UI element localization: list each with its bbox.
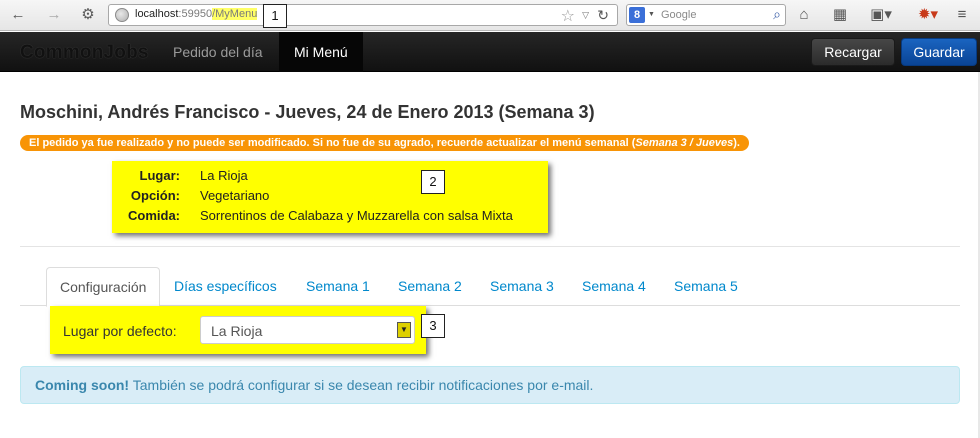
firebug-icon[interactable]: ✹▾	[914, 5, 942, 25]
url-path-highlight: /MyMenu	[212, 8, 258, 20]
url-dropdown-icon[interactable]: ▽	[582, 10, 589, 21]
tab-semana-4[interactable]: Semana 4	[569, 267, 659, 306]
forward-icon[interactable]: →	[44, 6, 64, 24]
tab-semana-5[interactable]: Semana 5	[661, 267, 751, 306]
divider	[20, 246, 960, 247]
nav-link-pedido-del-dia[interactable]: Pedido del día	[158, 32, 278, 72]
callout-3: 3	[421, 314, 445, 338]
order-status-warning: El pedido ya fue realizado y no puede se…	[20, 135, 749, 151]
default-place-group: Lugar por defecto: La Rioja ▼	[50, 306, 426, 354]
extensions-icon[interactable]: ⚙	[78, 6, 98, 24]
default-place-value: La Rioja	[211, 323, 263, 339]
order-value: Vegetariano	[200, 188, 270, 203]
callout-1: 1	[263, 4, 287, 28]
order-key: Comida:	[128, 208, 180, 223]
tab-semana-1[interactable]: Semana 1	[293, 267, 383, 306]
alert-strong: Coming soon!	[35, 377, 130, 393]
order-details: Lugar: La Rioja Opción: Vegetariano Comi…	[112, 161, 548, 233]
tab-semana-3[interactable]: Semana 3	[477, 267, 567, 306]
bookmark-star-icon[interactable]: ☆	[561, 6, 575, 26]
site-identity-icon[interactable]	[115, 8, 129, 22]
search-engine-icon[interactable]: 8	[629, 7, 645, 23]
order-row-option: Opción: Vegetariano	[112, 188, 548, 208]
order-key: Opción:	[130, 188, 180, 203]
callout-2: 2	[421, 170, 445, 194]
addons-icon[interactable]: ▣▾	[866, 5, 896, 25]
nav-link-mi-menu[interactable]: Mi Menú	[279, 32, 363, 72]
app-navbar: CommonJobs Pedido del día Mi Menú Recarg…	[0, 32, 980, 72]
tab-dias-especificos[interactable]: Días específicos	[161, 267, 290, 306]
menu-icon[interactable]: ≡	[952, 5, 972, 25]
tab-semana-2[interactable]: Semana 2	[385, 267, 475, 306]
save-button[interactable]: Guardar	[901, 38, 977, 66]
dropdown-arrow-icon[interactable]: ▼	[397, 322, 411, 338]
home-icon[interactable]: ⌂	[794, 5, 814, 25]
back-icon[interactable]: ←	[8, 6, 28, 24]
order-value: La Rioja	[200, 168, 248, 183]
tab-configuracion[interactable]: Configuración	[46, 267, 161, 307]
reload-button[interactable]: Recargar	[811, 38, 895, 66]
reload-icon[interactable]: ↻	[597, 7, 609, 24]
grid-icon[interactable]: ▦	[830, 5, 850, 25]
brand-logo[interactable]: CommonJobs	[20, 42, 149, 64]
default-place-label: Lugar por defecto:	[63, 323, 177, 339]
page-title: Moschini, Andrés Francisco - Jueves, 24 …	[20, 102, 595, 122]
order-row-place: Lugar: La Rioja	[112, 168, 548, 188]
browser-toolbar: ← → ⚙ localhost:59950/MyMenu ☆ ▽ ↻ 8 ▼ G…	[0, 0, 980, 31]
default-place-select[interactable]: La Rioja ▼	[200, 316, 415, 344]
menu-tabs: Configuración Días específicos Semana 1 …	[20, 267, 960, 307]
order-row-meal: Comida: Sorrentinos de Calabaza y Muzzar…	[112, 208, 548, 228]
address-bar[interactable]: localhost:59950/MyMenu ☆ ▽ ↻	[108, 4, 618, 26]
order-value: Sorrentinos de Calabaza y Muzzarella con…	[200, 208, 513, 223]
search-placeholder: Google	[661, 9, 697, 21]
url-text[interactable]: localhost:59950/MyMenu	[135, 8, 258, 20]
search-engine-dropdown-icon[interactable]: ▼	[648, 11, 655, 18]
search-bar[interactable]: 8 ▼ Google ⌕	[626, 4, 786, 26]
search-icon[interactable]: ⌕	[773, 6, 781, 23]
order-key: Lugar:	[139, 168, 180, 183]
info-alert: Coming soon! También se podrá configurar…	[20, 366, 960, 404]
alert-text: También se podrá configurar si se desean…	[129, 377, 594, 393]
